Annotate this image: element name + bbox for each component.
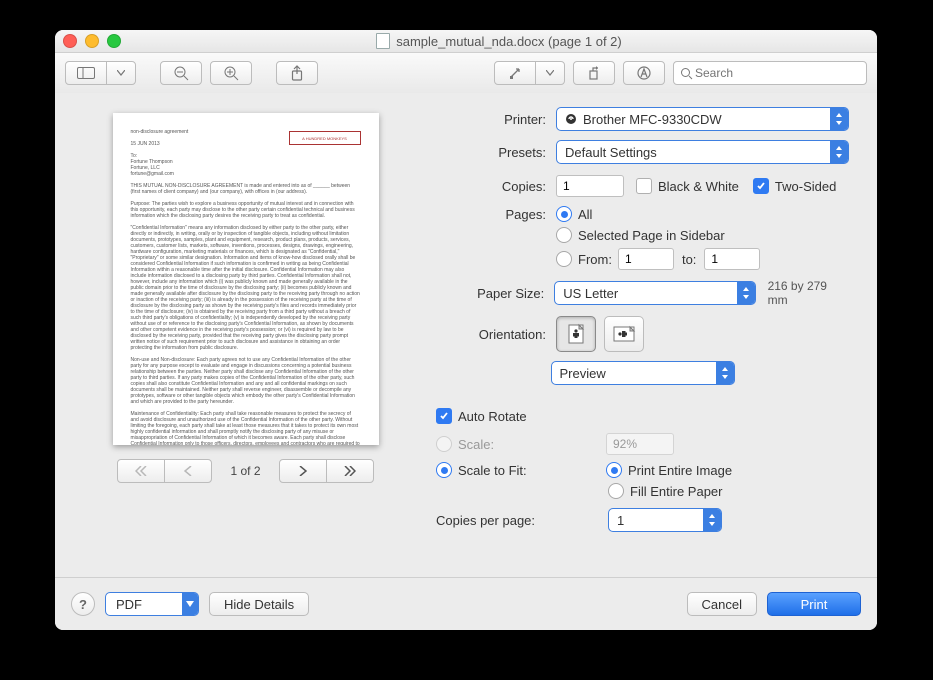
titlebar: sample_mutual_nda.docx (page 1 of 2) [55,30,877,53]
page-thumbnail-text: non-disclosure agreement 15 JUN 2013 To:… [131,129,361,445]
module-select[interactable]: Preview [551,361,735,385]
orientation-landscape-button[interactable] [604,316,644,352]
print-button[interactable]: Print [767,592,861,616]
scale-to-fit-radio[interactable] [436,462,452,478]
document-icon [376,33,390,49]
pages-to-label: to: [682,252,696,267]
fill-paper-radio[interactable] [608,483,624,499]
preview-column: A HUNDRED MONKEYS non-disclosure agreeme… [55,93,436,578]
search-input[interactable] [693,65,860,81]
pages-selected-label: Selected Page in Sidebar [578,228,725,243]
presets-select[interactable]: Default Settings [556,140,849,164]
sidebar-view-button[interactable] [65,61,107,85]
annotate-button[interactable] [623,61,665,85]
pages-all-label: All [578,207,592,222]
window-title: sample_mutual_nda.docx (page 1 of 2) [129,33,869,49]
rotate-button[interactable] [573,61,615,85]
toolbar [55,53,877,94]
markup-button[interactable] [494,61,536,85]
two-sided-checkbox[interactable] [753,178,769,194]
copies-per-page-value: 1 [617,513,624,528]
pages-label: Pages: [436,207,546,222]
printer-value: Brother MFC-9330CDW [583,112,722,127]
fill-paper-label: Fill Entire Paper [630,484,722,499]
chevron-updown-icon [703,509,721,531]
scale-radio[interactable] [436,436,452,452]
copies-per-page-label: Copies per page: [436,513,546,528]
orientation-portrait-button[interactable] [556,316,596,352]
close-window-button[interactable] [63,34,77,48]
presets-label: Presets: [436,145,546,160]
chevron-updown-icon [830,108,848,130]
paper-dim-label: 216 by 279 mm [768,279,849,307]
two-sided-label: Two-Sided [775,179,836,194]
presets-value: Default Settings [565,145,657,160]
cancel-button[interactable]: Cancel [687,592,757,616]
bw-label: Black & White [658,179,739,194]
paper-size-select[interactable]: US Letter [554,281,755,305]
chevron-down-icon [182,593,198,615]
share-button[interactable] [276,61,318,85]
chevron-updown-icon [716,362,734,384]
page-thumbnail[interactable]: A HUNDRED MONKEYS non-disclosure agreeme… [113,113,379,445]
search-field[interactable] [673,61,867,85]
pages-from-label: From: [578,252,612,267]
settings-column: Printer: Brother MFC-9330CDW Presets: De… [436,93,877,578]
auto-rotate-label: Auto Rotate [458,409,527,424]
pages-selected-radio[interactable] [556,227,572,243]
pages-from-input[interactable] [618,248,674,270]
first-page-button[interactable] [117,459,165,483]
zoom-out-button[interactable] [160,61,202,85]
scale-label: Scale: [458,437,606,452]
print-entire-label: Print Entire Image [628,463,732,478]
printer-label: Printer: [436,112,546,127]
module-value: Preview [560,366,606,381]
copies-per-page-select[interactable]: 1 [608,508,722,532]
zoom-window-button[interactable] [107,34,121,48]
zoom-in-button[interactable] [210,61,252,85]
page-indicator: 1 of 2 [230,464,260,478]
pdf-menu[interactable]: PDF [105,592,199,616]
prev-page-button[interactable] [164,459,212,483]
next-page-button[interactable] [279,459,327,483]
sidebar-view-dropdown[interactable] [106,61,136,85]
chevron-updown-icon [737,282,755,304]
pages-to-input[interactable] [704,248,760,270]
auto-rotate-checkbox[interactable] [436,408,452,424]
footer: ? PDF Hide Details Cancel Print [55,577,877,630]
copies-label: Copies: [436,179,546,194]
print-entire-radio[interactable] [606,462,622,478]
markup-dropdown[interactable] [535,61,565,85]
orientation-label: Orientation: [436,327,546,342]
last-page-button[interactable] [326,459,374,483]
scale-input [606,433,674,455]
printer-select[interactable]: Brother MFC-9330CDW [556,107,849,131]
minimize-window-button[interactable] [85,34,99,48]
chevron-updown-icon [830,141,848,163]
scale-to-fit-label: Scale to Fit: [458,463,606,478]
logo: A HUNDRED MONKEYS [289,131,361,145]
hide-details-button[interactable]: Hide Details [209,592,309,616]
dialog-body: A HUNDRED MONKEYS non-disclosure agreeme… [55,93,877,578]
pages-range-radio[interactable] [556,251,572,267]
paper-size-label: Paper Size: [436,286,544,301]
paper-size-value: US Letter [563,286,618,301]
copies-input[interactable] [556,175,624,197]
help-button[interactable]: ? [71,592,95,616]
pdf-label: PDF [116,597,142,612]
pages-all-radio[interactable] [556,206,572,222]
pager: 1 of 2 [117,459,373,483]
bw-checkbox[interactable] [636,178,652,194]
window: sample_mutual_nda.docx (page 1 of 2) [55,30,877,630]
